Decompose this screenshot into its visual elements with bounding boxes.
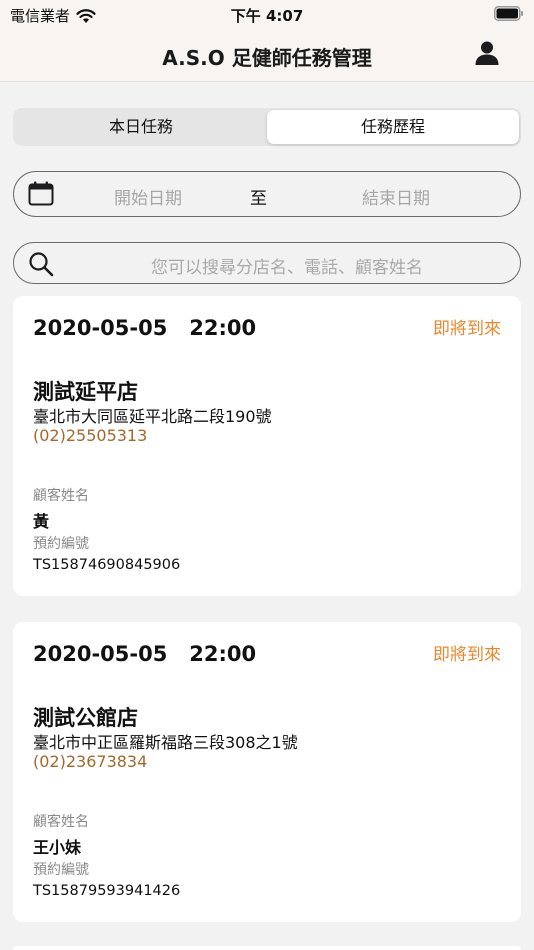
booking-no: TS15874690845906	[33, 557, 181, 573]
store-name: 測試公館店	[33, 706, 138, 730]
page-title: A.S.O 足健師任務管理	[162, 46, 372, 70]
store-address: 臺北市大同區延平北路二段190號	[33, 407, 272, 426]
end-date-field[interactable]: 結束日期	[362, 184, 430, 209]
person-icon[interactable]	[474, 40, 500, 66]
task-datetime: 2020-05-05 22:00	[33, 316, 256, 340]
booking-no-label: 預約編號	[33, 536, 89, 552]
customer-name: 黃	[33, 512, 50, 531]
task-tabs: 本日任務 任務歷程	[13, 108, 521, 146]
search-bar[interactable]: 您可以搜尋分店名、電話、顧客姓名	[13, 242, 521, 284]
search-icon	[29, 252, 54, 277]
store-name: 測試延平店	[33, 380, 138, 404]
booking-no: TS15879593941426	[33, 883, 181, 899]
customer-name: 王小妹	[33, 838, 82, 857]
search-input[interactable]: 您可以搜尋分店名、電話、顧客姓名	[64, 253, 510, 278]
customer-name-label: 顧客姓名	[33, 814, 89, 830]
task-date: 2020-05-05	[33, 642, 168, 666]
nav-bar: A.S.O 足健師任務管理	[0, 28, 534, 82]
status-badge: 即將到來	[433, 645, 501, 665]
battery-icon	[494, 6, 523, 21]
status-badge: 即將到來	[433, 319, 501, 339]
store-phone[interactable]: (02)25505313	[33, 426, 147, 445]
tab-task-history[interactable]: 任務歷程	[267, 110, 519, 144]
status-bar: 電信業者 下午 4:07	[0, 0, 534, 28]
customer-name-label: 顧客姓名	[33, 488, 89, 504]
store-address: 臺北市中正區羅斯福路三段308之1號	[33, 733, 298, 752]
date-range-picker: 開始日期 至 結束日期	[13, 171, 521, 217]
task-datetime: 2020-05-05 22:00	[33, 642, 256, 666]
task-time: 22:00	[189, 316, 257, 340]
task-time: 22:00	[189, 642, 257, 666]
task-date: 2020-05-05	[33, 316, 168, 340]
date-separator: 至	[250, 189, 267, 209]
tab-today-tasks[interactable]: 本日任務	[15, 110, 267, 144]
store-phone[interactable]: (02)23673834	[33, 752, 147, 771]
status-time: 下午 4:07	[230, 7, 304, 25]
task-card[interactable]: 2020-05-05 22:00 即將到來 測試延平店 臺北市大同區延平北路二段…	[13, 296, 521, 596]
task-card[interactable]: 2020-05-05 22:00 即將到來 測試公館店 臺北市中正區羅斯福路三段…	[13, 622, 521, 922]
booking-no-label: 預約編號	[33, 862, 89, 878]
calendar-icon[interactable]	[28, 181, 54, 207]
task-card-partial[interactable]	[13, 946, 521, 950]
start-date-field[interactable]: 開始日期	[114, 184, 182, 209]
